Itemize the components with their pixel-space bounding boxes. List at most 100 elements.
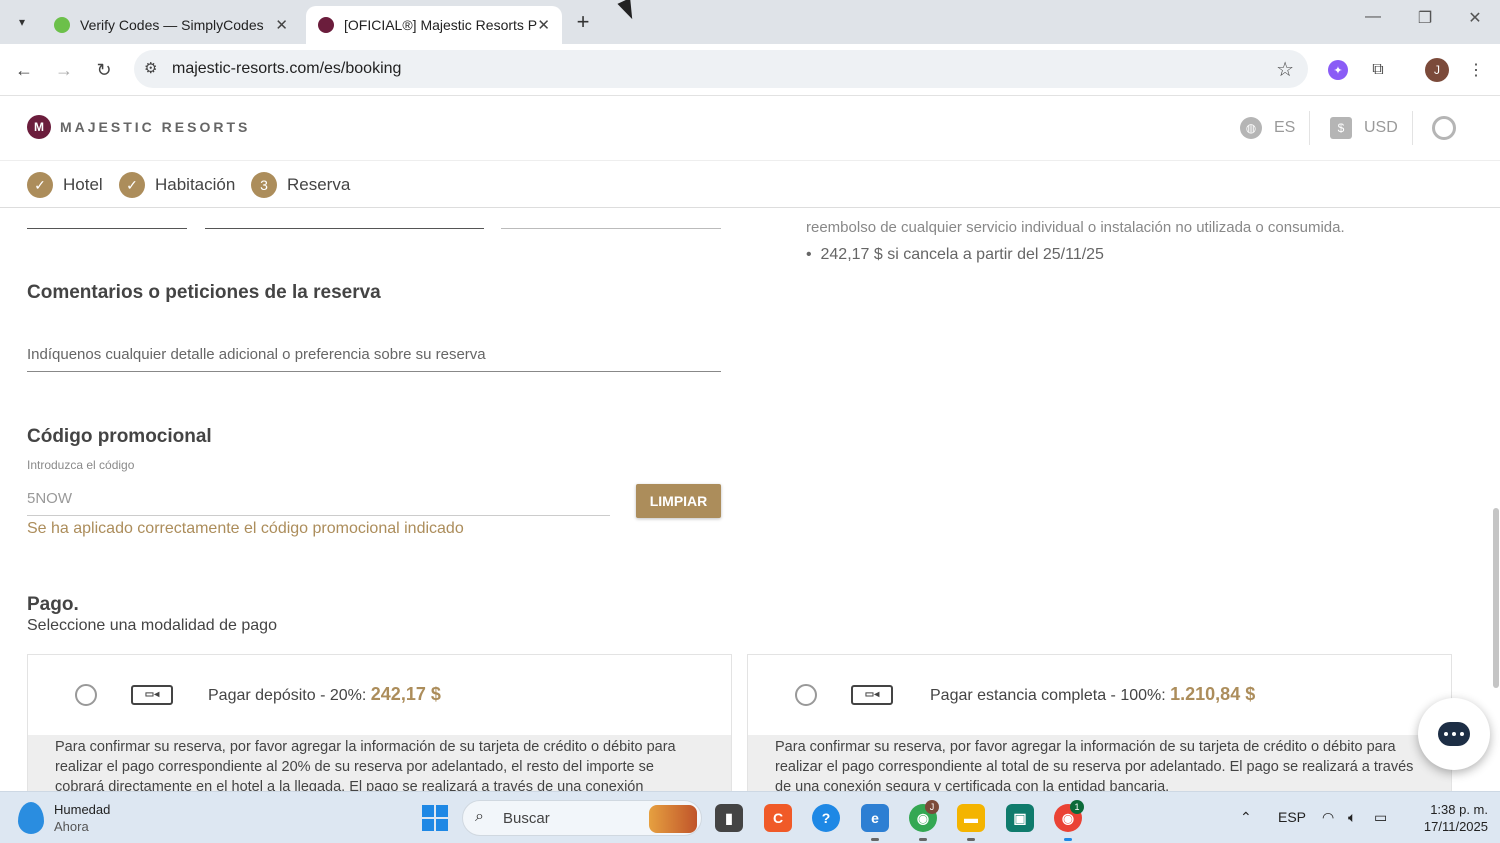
site-info-icon[interactable]: ⚙: [144, 59, 157, 77]
edge-browser-icon[interactable]: e: [861, 804, 889, 832]
field-underline: [501, 228, 721, 229]
forward-icon[interactable]: →: [50, 56, 78, 84]
reload-icon[interactable]: ↻: [90, 56, 118, 84]
header-divider: [1309, 111, 1310, 145]
minimize-icon[interactable]: —: [1358, 8, 1388, 26]
chat-button[interactable]: [1418, 698, 1490, 770]
step-label: Habitación: [155, 175, 236, 194]
deposit-radio[interactable]: [75, 684, 97, 706]
payment-subheading: Seleccione una modalidad de pago: [27, 617, 277, 634]
help-icon[interactable]: ?: [812, 804, 840, 832]
payment-heading: Pago.: [27, 594, 79, 615]
battery-icon[interactable]: ▭: [1374, 809, 1387, 826]
promo-success-message: Se ha aplicado correctamente el código p…: [27, 520, 464, 537]
profile-avatar[interactable]: J: [1425, 58, 1449, 82]
close-icon[interactable]: ✕: [275, 16, 288, 34]
terminal-app-icon[interactable]: ▮: [715, 804, 743, 832]
extension-simplycodes-icon[interactable]: ✦: [1328, 60, 1348, 80]
currency-label: USD: [1364, 119, 1398, 136]
chrome-profile-badge: 1: [1070, 800, 1084, 814]
search-highlight-image: [649, 805, 697, 833]
app-running-indicator: [919, 838, 927, 841]
payment-option-description: Para confirmar su reserva, por favor agr…: [748, 735, 1451, 791]
payment-amount: 242,17 $: [370, 684, 441, 704]
browser-menu-icon[interactable]: ⋮: [1464, 58, 1488, 82]
new-tab-button[interactable]: +: [570, 8, 596, 36]
payment-option-deposit[interactable]: ▭◂ Pagar depósito - 20%: 242,17 $ Para c…: [27, 654, 732, 791]
payment-option-full[interactable]: ▭◂ Pagar estancia completa - 100%: 1.210…: [747, 654, 1452, 791]
comments-input[interactable]: Indíquenos cualquier detalle adicional o…: [27, 338, 721, 372]
tab-majestic[interactable]: [OFICIAL®] Majestic Resorts Pu ✕: [306, 6, 562, 44]
promo-label: Introduzca el código: [27, 458, 135, 472]
mouse-cursor-icon: [617, 0, 639, 23]
windows-taskbar: Humedad Ahora ⌕ Buscar ▮ C ? e ◉ J ▬ ▣ ◉…: [0, 791, 1500, 843]
keyboard-language[interactable]: ESP: [1278, 809, 1306, 825]
user-account-icon[interactable]: [1432, 116, 1456, 140]
tab-title: [OFICIAL®] Majestic Resorts Pu: [344, 17, 538, 33]
full-payment-radio[interactable]: [795, 684, 817, 706]
address-bar[interactable]: ⚙ majestic-resorts.com/es/booking ☆: [134, 50, 1308, 88]
header-divider: [1412, 111, 1413, 145]
card-payment-icon: ▭◂: [131, 685, 173, 705]
app-running-indicator: [967, 838, 975, 841]
browser-tabstrip: ▾ Verify Codes — SimplyCodes ✕ [OFICIAL®…: [0, 0, 1500, 44]
step-number: 3: [251, 172, 277, 198]
majestic-favicon-icon: [318, 17, 334, 33]
search-label: Buscar: [503, 810, 550, 827]
chat-bubble-icon: [1438, 722, 1470, 746]
show-hidden-icons-icon[interactable]: ⌃: [1240, 809, 1252, 826]
clock-date: 17/11/2025: [1423, 819, 1488, 834]
step-room[interactable]: ✓ Habitación: [119, 172, 235, 198]
promo-heading: Código promocional: [27, 426, 212, 447]
back-icon[interactable]: ←: [10, 56, 38, 84]
volume-icon[interactable]: 🔈︎: [1348, 809, 1356, 826]
step-label: Reserva: [287, 175, 351, 194]
taskbar-search[interactable]: ⌕ Buscar: [462, 800, 702, 836]
promo-code-input[interactable]: 5NOW: [27, 482, 610, 516]
language-selector[interactable]: ◍ ES: [1240, 117, 1295, 139]
comments-heading: Comentarios o peticiones de la reserva: [27, 282, 381, 303]
clock-time: 1:38 p. m.: [1430, 802, 1488, 817]
bookmark-star-icon[interactable]: ☆: [1276, 57, 1294, 82]
language-label: ES: [1274, 119, 1296, 136]
app-running-indicator: [1064, 838, 1072, 841]
payment-option-title: Pagar depósito - 20%: 242,17 $: [208, 684, 441, 704]
payment-amount: 1.210,84 $: [1170, 684, 1256, 704]
restore-icon[interactable]: ❐: [1410, 8, 1440, 28]
payment-option-title: Pagar estancia completa - 100%: 1.210,84…: [930, 684, 1256, 704]
tab-title: Verify Codes — SimplyCodes: [80, 17, 264, 33]
system-clock[interactable]: 1:38 p. m. 17/11/2025: [1408, 801, 1488, 835]
file-explorer-icon[interactable]: ▬: [957, 804, 985, 832]
weather-widget[interactable]: Humedad Ahora: [18, 801, 110, 835]
tab-search-menu[interactable]: ▾: [8, 8, 36, 36]
page-scrollbar[interactable]: [1493, 508, 1499, 688]
wifi-icon[interactable]: ◠: [1322, 809, 1334, 826]
currency-selector[interactable]: $ USD: [1330, 117, 1398, 139]
step-label: Hotel: [63, 175, 103, 194]
check-icon: ✓: [27, 172, 53, 198]
extensions-puzzle-icon[interactable]: ⧉: [1366, 58, 1390, 82]
clear-promo-button[interactable]: LIMPIAR: [636, 484, 721, 518]
simplycodes-favicon-icon: [54, 17, 70, 33]
tab-simplycodes[interactable]: Verify Codes — SimplyCodes ✕: [42, 6, 300, 44]
card-payment-icon: ▭◂: [851, 685, 893, 705]
field-underline: [27, 228, 187, 229]
cancellation-policy-item: • 242,17 $ si cancela a partir del 25/11…: [806, 246, 1104, 263]
start-windows-icon[interactable]: [422, 805, 448, 831]
step-booking: 3 Reserva: [251, 172, 350, 198]
booking-steps: ✓ Hotel ✓ Habitación 3 Reserva: [0, 161, 1500, 208]
field-underline: [205, 228, 484, 229]
app-running-indicator: [871, 838, 879, 841]
brand-logo[interactable]: M MAJESTIC RESORTS: [27, 115, 250, 139]
screen-app-icon[interactable]: ▣: [1006, 804, 1034, 832]
app-c-icon[interactable]: C: [764, 804, 792, 832]
currency-icon: $: [1330, 117, 1352, 139]
step-hotel[interactable]: ✓ Hotel: [27, 172, 103, 198]
cancellation-policy-text: reembolso de cualquier servicio individu…: [806, 219, 1345, 236]
humidity-drop-icon: [18, 802, 44, 834]
close-icon[interactable]: ✕: [537, 16, 550, 34]
search-icon: ⌕: [475, 808, 484, 825]
window-close-icon[interactable]: ✕: [1460, 8, 1490, 28]
brand-mark-icon: M: [27, 115, 51, 139]
site-header: M MAJESTIC RESORTS ◍ ES $ USD: [0, 97, 1500, 161]
